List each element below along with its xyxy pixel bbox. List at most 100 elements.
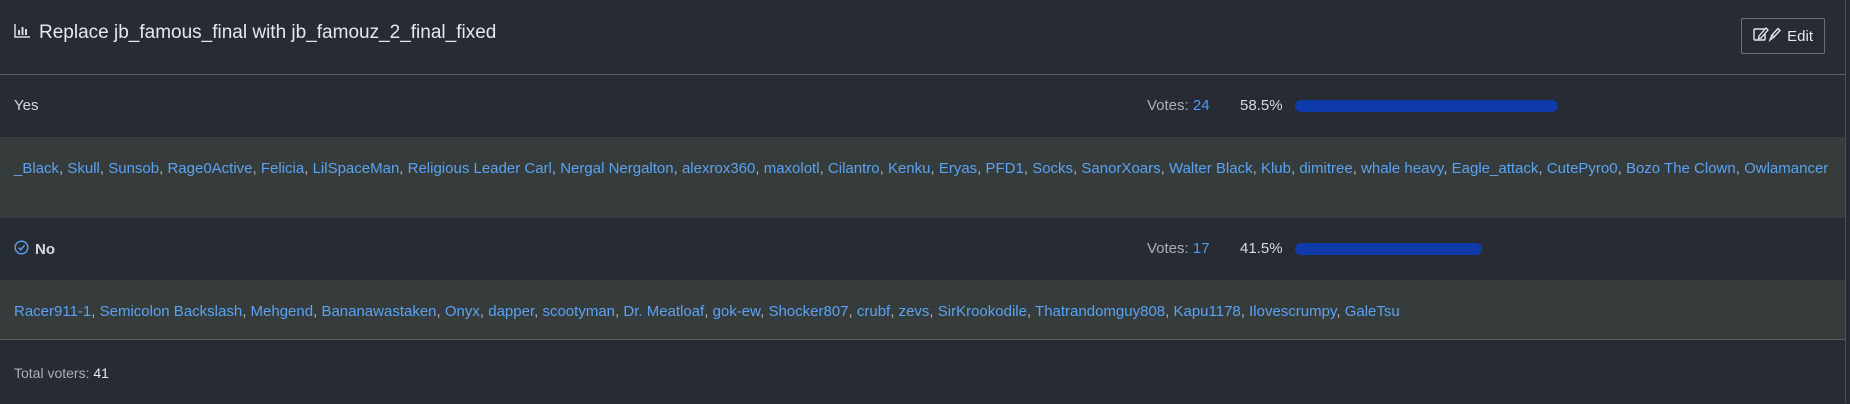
voter-link[interactable]: gok-ew — [713, 303, 761, 320]
voter-link[interactable]: zevs — [899, 303, 930, 320]
voter-separator: , — [977, 160, 986, 177]
bar-chart-icon — [14, 22, 31, 44]
voter-separator: , — [99, 160, 109, 177]
voter-link[interactable]: Eryas — [939, 160, 977, 177]
voter-link[interactable]: PFD1 — [986, 160, 1024, 177]
voter-link[interactable]: SirKrookodile — [938, 303, 1027, 320]
voter-separator: , — [399, 160, 408, 177]
voter-link[interactable]: Racer911-1 — [14, 303, 91, 320]
voter-link[interactable]: Dr. Meatloaf — [623, 303, 704, 320]
voter-list: _Black, Skull, Sunsob, Rage0Active, Feli… — [0, 137, 1845, 218]
option-progress-bar — [1295, 243, 1482, 255]
voter-separator: , — [704, 303, 713, 320]
voter-link[interactable]: Socks — [1032, 160, 1073, 177]
voter-link[interactable]: GaleTsu — [1345, 303, 1400, 320]
voter-link[interactable]: Walter Black — [1169, 160, 1253, 177]
voter-link[interactable]: Shocker807 — [768, 303, 848, 320]
option-label-wrap: No — [14, 240, 55, 259]
voter-link[interactable]: _Black — [14, 160, 59, 177]
voter-link[interactable]: Owlamancer — [1744, 160, 1828, 177]
voter-separator: , — [1352, 160, 1362, 177]
votes-label: Votes: — [1147, 240, 1193, 257]
voter-separator: , — [242, 303, 251, 320]
voter-separator: , — [551, 160, 561, 177]
edit-label: Edit — [1787, 27, 1813, 45]
voter-separator: , — [304, 160, 313, 177]
voter-link[interactable]: Bananawastaken — [321, 303, 436, 320]
voter-link[interactable]: Nergal Nergalton — [560, 160, 673, 177]
voter-separator: , — [91, 303, 100, 320]
poll-footer: Total voters: 41 — [0, 340, 1845, 404]
voter-separator: , — [1443, 160, 1452, 177]
voter-link[interactable]: Kenku — [888, 160, 931, 177]
voter-list: Racer911-1, Semicolon Backslash, Mehgend… — [0, 280, 1845, 340]
voter-separator: , — [436, 303, 445, 320]
voter-separator: , — [890, 303, 899, 320]
voter-link[interactable]: Mehgend — [251, 303, 314, 320]
voter-separator: , — [1617, 160, 1626, 177]
voter-link[interactable]: dimitree — [1299, 160, 1352, 177]
voter-separator: , — [1026, 303, 1036, 320]
voter-link[interactable]: Ilovescrumpy — [1249, 303, 1336, 320]
voter-separator: , — [1252, 160, 1261, 177]
voter-link[interactable]: dapper — [488, 303, 534, 320]
voter-link[interactable]: whale heavy — [1361, 160, 1443, 177]
option-label: No — [35, 241, 55, 258]
voter-link[interactable]: alexrox360 — [682, 160, 755, 177]
voter-link[interactable]: Rage0Active — [167, 160, 252, 177]
check-circle-icon — [14, 240, 29, 259]
voter-separator: , — [479, 303, 489, 320]
voter-link[interactable]: Thatrandomguy808 — [1035, 303, 1165, 320]
poll-title: Replace jb_famous_final with jb_famouz_2… — [39, 22, 497, 43]
voter-separator: , — [1240, 303, 1250, 320]
edit-icon — [1753, 26, 1782, 46]
voter-separator: , — [1160, 160, 1169, 177]
voter-link[interactable]: Eagle_attack — [1452, 160, 1539, 177]
voter-separator: , — [252, 160, 261, 177]
total-voters-label: Total voters: — [14, 365, 90, 381]
option-percent: 41.5% — [1240, 240, 1283, 257]
voter-separator: , — [1336, 303, 1345, 320]
option-votes: Votes: 17 — [1147, 240, 1210, 257]
votes-count-link[interactable]: 24 — [1193, 97, 1210, 114]
voter-link[interactable]: Sunsob — [108, 160, 159, 177]
total-voters: Total voters: 41 — [14, 365, 109, 381]
voter-link[interactable]: SanorXoars — [1081, 160, 1160, 177]
voter-link[interactable]: maxolotl — [764, 160, 820, 177]
voter-link[interactable]: Semicolon Backslash — [100, 303, 243, 320]
voter-separator: , — [879, 160, 888, 177]
voter-link[interactable]: scootyman — [542, 303, 615, 320]
voter-separator: , — [930, 160, 939, 177]
voter-link[interactable]: Onyx — [445, 303, 480, 320]
voter-link[interactable]: Cilantro — [828, 160, 880, 177]
option-votes: Votes: 24 — [1147, 97, 1210, 114]
option-progress-bar — [1295, 100, 1558, 112]
voter-link[interactable]: Bozo The Clown — [1626, 160, 1736, 177]
voter-link[interactable]: LilSpaceMan — [313, 160, 400, 177]
poll-title-row: Replace jb_famous_final with jb_famouz_2… — [14, 22, 496, 44]
votes-label: Votes: — [1147, 97, 1193, 114]
poll-header: Replace jb_famous_final with jb_famouz_2… — [0, 0, 1845, 75]
voter-link[interactable]: Skull — [67, 160, 100, 177]
poll-options: Yes Votes: 24 58.5% _Black, Skull, Sunsob, … — [0, 75, 1845, 340]
voter-separator: , — [673, 160, 682, 177]
votes-count-link[interactable]: 17 — [1193, 240, 1210, 257]
voter-link[interactable]: CutePyro0 — [1547, 160, 1618, 177]
voter-separator: , — [819, 160, 828, 177]
poll-option-row: Yes Votes: 24 58.5% — [0, 75, 1845, 137]
voter-link[interactable]: crubf — [857, 303, 890, 320]
total-voters-count: 41 — [93, 365, 109, 381]
voter-link[interactable]: Klub — [1261, 160, 1291, 177]
option-label-wrap: Yes — [14, 97, 38, 114]
voter-separator: , — [755, 160, 764, 177]
poll-panel: Replace jb_famous_final with jb_famouz_2… — [0, 0, 1846, 403]
voter-separator: , — [1023, 160, 1033, 177]
option-percent: 58.5% — [1240, 97, 1283, 114]
edit-button[interactable]: Edit — [1741, 18, 1825, 54]
voter-link[interactable]: Felicia — [261, 160, 304, 177]
voter-separator: , — [1735, 160, 1745, 177]
voter-link[interactable]: Kapu1178 — [1173, 303, 1240, 320]
voter-link[interactable]: Religious Leader Carl — [408, 160, 552, 177]
voter-separator: , — [1538, 160, 1547, 177]
voter-separator: , — [929, 303, 938, 320]
